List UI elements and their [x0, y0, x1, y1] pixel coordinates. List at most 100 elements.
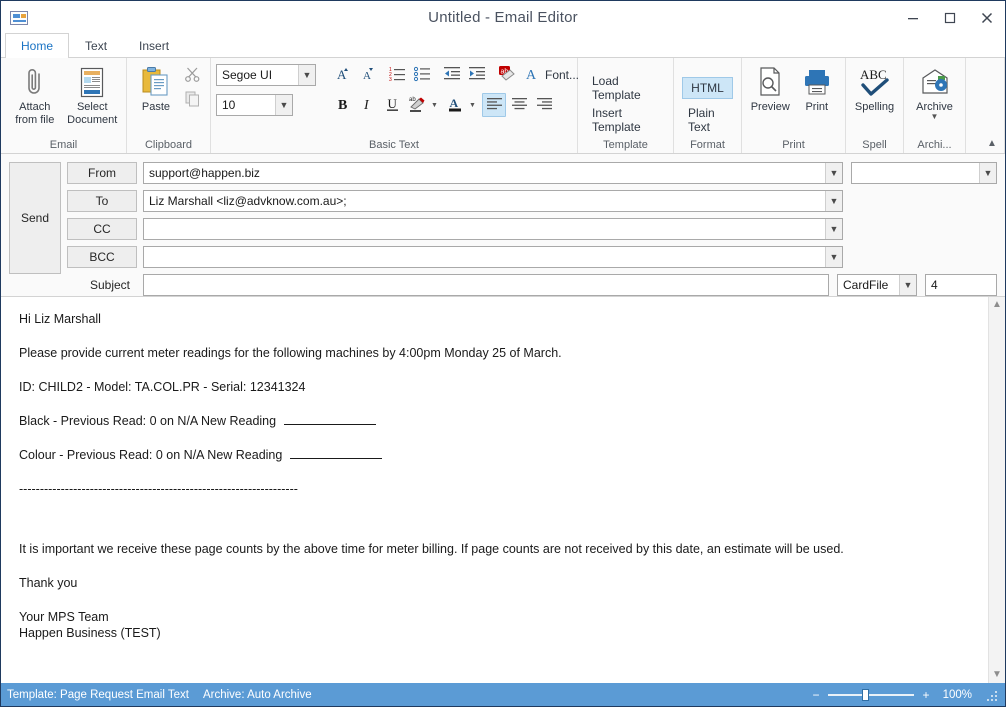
- text-highlight-color-button[interactable]: ab: [405, 93, 429, 117]
- chevron-down-icon[interactable]: ▼: [430, 102, 439, 109]
- copy-button[interactable]: [180, 88, 204, 112]
- attach-label-line2: from file: [15, 114, 54, 126]
- resize-grip-icon[interactable]: [987, 689, 999, 701]
- zoom-out-button[interactable]: −: [811, 689, 821, 701]
- spelling-button[interactable]: ABC Spelling: [851, 62, 898, 114]
- shrink-font-button[interactable]: A: [355, 63, 379, 87]
- bcc-button[interactable]: BCC: [67, 246, 137, 268]
- select-document-button[interactable]: SelectDocument: [64, 62, 122, 127]
- cc-button[interactable]: CC: [67, 218, 137, 240]
- cc-input[interactable]: ▼: [143, 218, 843, 240]
- ribbon-group-label-print: Print: [742, 137, 845, 153]
- zoom-slider-thumb[interactable]: [862, 689, 869, 701]
- font-size-combo[interactable]: 10 ▼: [216, 94, 293, 116]
- bcc-input[interactable]: ▼: [143, 246, 843, 268]
- paste-button[interactable]: Paste: [132, 62, 180, 114]
- bold-button[interactable]: B: [330, 93, 354, 117]
- tab-insert[interactable]: Insert: [123, 33, 185, 57]
- zoom-controls: − + 100%: [811, 689, 999, 701]
- to-button[interactable]: To: [67, 190, 137, 212]
- to-input[interactable]: Liz Marshall <liz@advknow.com.au>; ▼: [143, 190, 843, 212]
- chevron-down-icon[interactable]: ▼: [825, 247, 842, 267]
- format-html-button[interactable]: HTML: [682, 77, 733, 99]
- font-dialog-button[interactable]: A: [524, 63, 541, 87]
- count-field[interactable]: 4: [925, 274, 997, 296]
- body-meter-black-line: Black - Previous Read: 0 on N/A New Read…: [19, 413, 972, 429]
- ribbon-group-print: Preview Print Print: [742, 58, 846, 153]
- align-right-button[interactable]: [532, 93, 556, 117]
- body-meter-black: Black - Previous Read: 0 on N/A New Read…: [19, 414, 276, 428]
- collapse-ribbon-icon[interactable]: ▲: [983, 135, 1001, 151]
- svg-text:U: U: [387, 96, 397, 111]
- chevron-down-icon[interactable]: ▼: [825, 163, 842, 183]
- svg-text:ab: ab: [409, 97, 416, 103]
- email-body-text[interactable]: Hi Liz Marshall Please provide current m…: [1, 297, 988, 683]
- send-button[interactable]: Send: [9, 162, 61, 274]
- chevron-down-icon[interactable]: ▼: [979, 163, 996, 183]
- chevron-down-icon[interactable]: ▼: [275, 95, 292, 115]
- print-button[interactable]: Print: [794, 62, 841, 114]
- svg-text:3: 3: [389, 77, 392, 82]
- numbered-list-button[interactable]: 1 2 3: [385, 63, 409, 87]
- grow-font-icon: A: [334, 65, 351, 85]
- scroll-up-icon[interactable]: ▲: [992, 300, 1002, 310]
- chevron-down-icon[interactable]: ▼: [931, 114, 939, 120]
- numbered-list-icon: 1 2 3: [389, 65, 406, 85]
- chevron-down-icon[interactable]: ▼: [298, 65, 315, 85]
- align-center-button[interactable]: [507, 93, 531, 117]
- colour-reading-blank: [290, 448, 382, 459]
- align-right-icon: [536, 95, 553, 115]
- font-color-button[interactable]: A: [443, 93, 467, 117]
- body-greeting: Hi Liz Marshall: [19, 311, 972, 327]
- scissors-cut-icon: [184, 66, 201, 86]
- clear-formatting-icon: ab: [497, 65, 516, 86]
- chevron-down-icon[interactable]: ▼: [468, 102, 477, 109]
- format-plain-text-button[interactable]: Plain Text: [679, 109, 736, 131]
- email-header-area: Send From support@happen.biz ▼ ▼ To: [1, 154, 1005, 297]
- attach-label-line1: Attach: [19, 101, 50, 113]
- font-family-combo[interactable]: Segoe UI ▼: [216, 64, 316, 86]
- attach-from-file-button[interactable]: Attachfrom file: [6, 62, 64, 127]
- zoom-in-button[interactable]: +: [921, 689, 931, 701]
- body-scrollbar[interactable]: ▲ ▼: [988, 297, 1005, 683]
- spellcheck-abc-icon: ABC: [857, 66, 893, 98]
- ribbon-group-basic-text: Segoe UI ▼ A A: [211, 58, 578, 153]
- tab-text[interactable]: Text: [69, 33, 123, 57]
- paste-label: Paste: [142, 101, 170, 113]
- body-divider-wrap: ----------------------------------------…: [19, 481, 972, 497]
- ribbon-group-clipboard: Paste: [127, 58, 211, 153]
- archive-disc-icon: [920, 66, 950, 98]
- cardfile-combo[interactable]: CardFile ▼: [837, 274, 917, 296]
- zoom-slider[interactable]: [828, 689, 914, 701]
- chevron-down-icon[interactable]: ▼: [899, 275, 916, 295]
- tab-home[interactable]: Home: [5, 33, 69, 57]
- decrease-indent-button[interactable]: [440, 63, 464, 87]
- cut-button[interactable]: [180, 64, 204, 88]
- bcc-row: BCC ▼: [67, 246, 997, 268]
- chevron-down-icon[interactable]: ▼: [825, 219, 842, 239]
- account-combo[interactable]: ▼: [851, 162, 997, 184]
- from-input[interactable]: support@happen.biz ▼: [143, 162, 843, 184]
- underline-button[interactable]: U: [380, 93, 404, 117]
- ribbon: Attachfrom file: [1, 58, 1005, 154]
- font-dialog-icon: A: [525, 65, 540, 85]
- grow-font-button[interactable]: A: [330, 63, 354, 87]
- insert-template-button[interactable]: Insert Template: [583, 109, 668, 131]
- ribbon-group-label-template: Template: [578, 137, 673, 153]
- status-template: Template: Page Request Email Text: [7, 689, 189, 701]
- increase-indent-button[interactable]: [465, 63, 489, 87]
- load-template-button[interactable]: Load Template: [583, 77, 668, 99]
- preview-label: Preview: [751, 101, 790, 113]
- ribbon-group-template: Load Template Insert Template Template: [578, 58, 674, 153]
- chevron-down-icon[interactable]: ▼: [825, 191, 842, 211]
- clear-formatting-button[interactable]: ab: [494, 63, 518, 87]
- archive-button[interactable]: Archive ▼: [909, 62, 960, 120]
- preview-button[interactable]: Preview: [747, 62, 794, 114]
- italic-button[interactable]: I: [355, 93, 379, 117]
- subject-row: Subject CardFile ▼ 4: [67, 274, 997, 296]
- align-left-button[interactable]: [482, 93, 506, 117]
- scroll-down-icon[interactable]: ▼: [992, 670, 1002, 680]
- bulleted-list-button[interactable]: [410, 63, 434, 87]
- from-button[interactable]: From: [67, 162, 137, 184]
- subject-input[interactable]: [143, 274, 829, 296]
